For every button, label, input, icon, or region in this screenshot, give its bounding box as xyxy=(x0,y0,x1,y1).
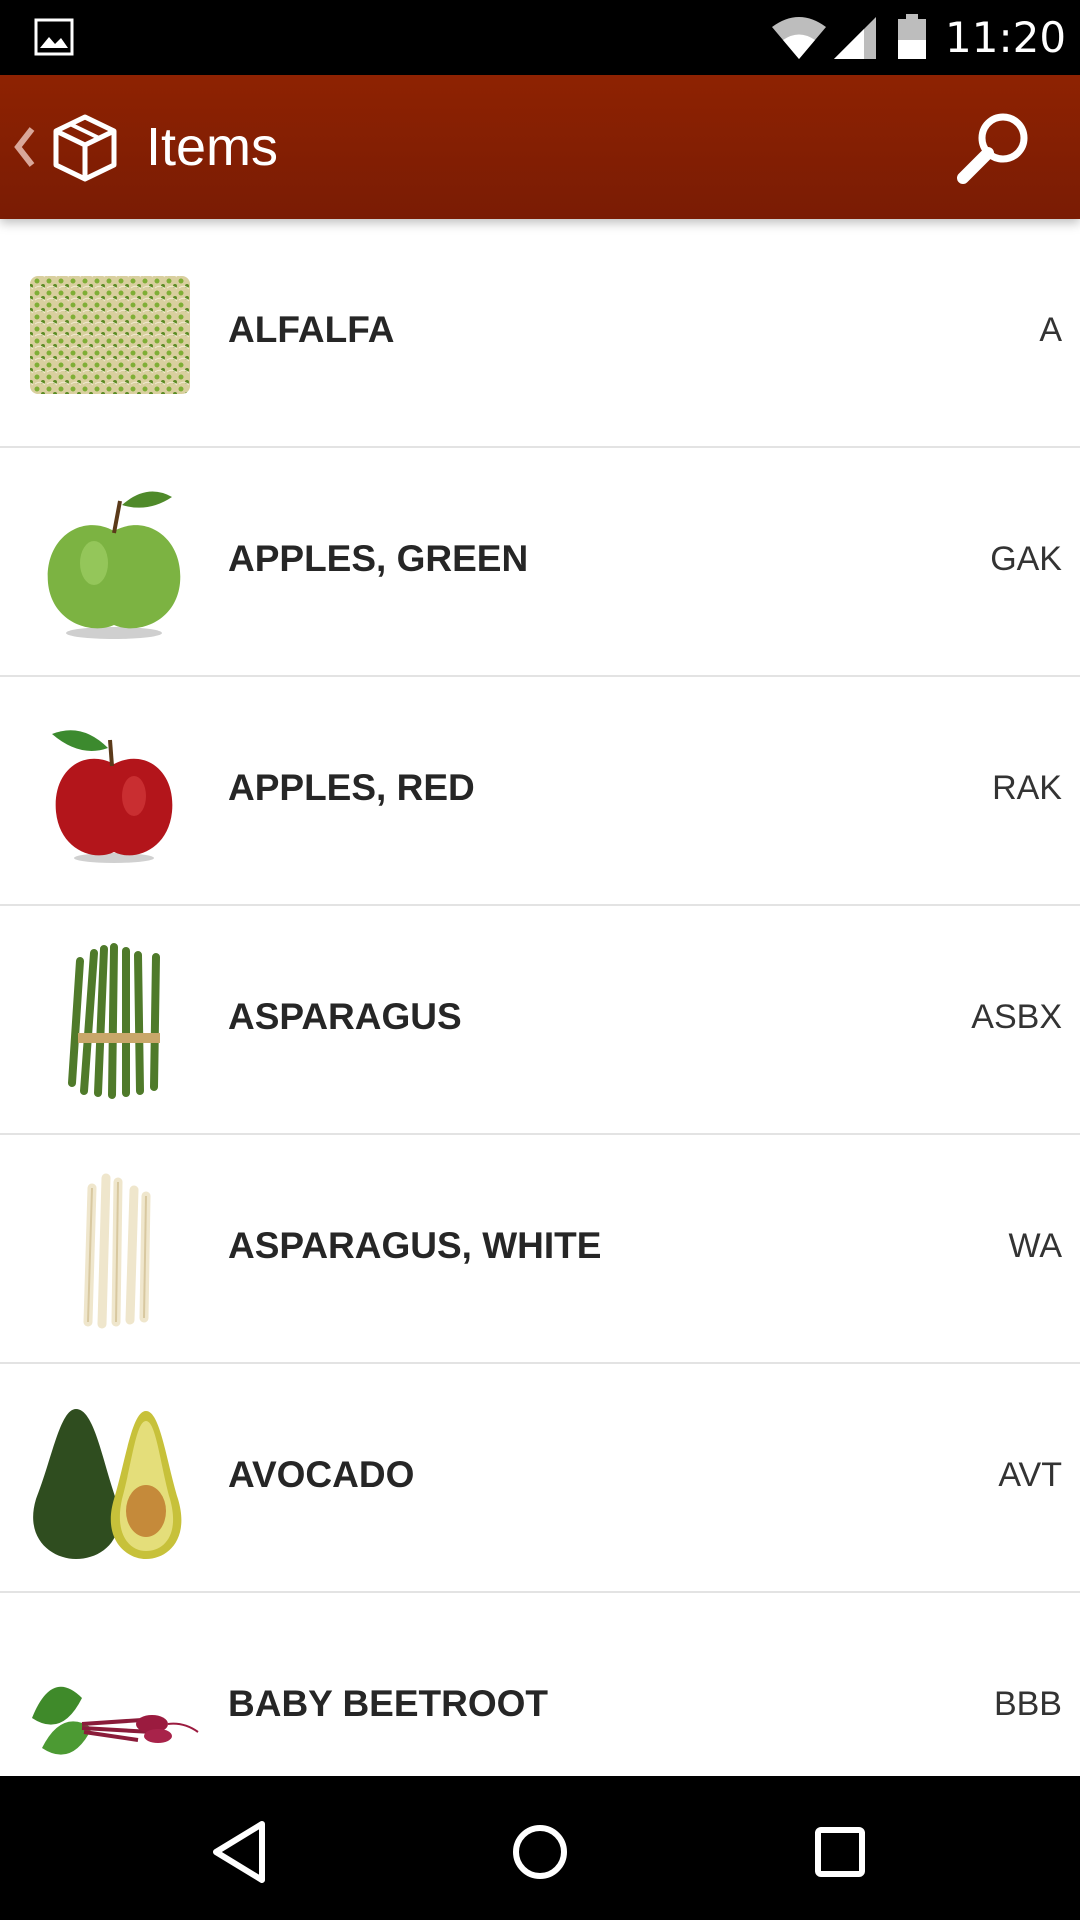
baby-beetroot-image xyxy=(32,1686,199,1755)
item-code: ASBX xyxy=(971,998,1062,1036)
asparagus-image xyxy=(68,943,160,1099)
list-item[interactable]: AVOCADO AVT xyxy=(0,1364,1080,1593)
up-arrow-icon[interactable] xyxy=(12,125,36,169)
item-name: ASPARAGUS xyxy=(228,996,462,1037)
items-list[interactable]: ALFALFA A APPLES, GREEN GAK APPLES, RED … xyxy=(0,219,1080,1776)
search-icon[interactable] xyxy=(955,108,1035,188)
wifi-icon xyxy=(772,17,826,59)
red-apple-image xyxy=(52,730,173,863)
item-name: APPLES, RED xyxy=(228,767,475,808)
item-name: ALFALFA xyxy=(228,309,395,350)
item-name: APPLES, GREEN xyxy=(228,538,529,579)
list-item[interactable]: ASPARAGUS, WHITE WA xyxy=(0,1135,1080,1364)
status-time: 11:20 xyxy=(945,13,1067,62)
list-item[interactable]: ALFALFA A xyxy=(0,219,1080,448)
item-name: BABY BEETROOT xyxy=(228,1683,549,1724)
gallery-icon xyxy=(34,18,74,56)
item-code: AVT xyxy=(998,1456,1062,1494)
signal-icon xyxy=(834,17,876,59)
green-apple-image xyxy=(47,491,181,639)
home-icon[interactable] xyxy=(500,1812,580,1892)
alfalfa-image xyxy=(30,276,190,394)
item-code: A xyxy=(1039,311,1062,349)
item-code: WA xyxy=(1008,1227,1062,1265)
avocado-image xyxy=(33,1409,182,1559)
item-name: ASPARAGUS, WHITE xyxy=(228,1225,602,1266)
white-asparagus-image xyxy=(83,1173,151,1329)
item-code: RAK xyxy=(992,769,1062,807)
item-code: BBB xyxy=(993,1685,1062,1723)
recents-icon[interactable] xyxy=(800,1812,880,1892)
app-bar: Items xyxy=(0,75,1080,219)
page-title: Items xyxy=(146,117,279,177)
item-code: GAK xyxy=(990,540,1062,578)
list-item[interactable]: BABY BEETROOT BBB xyxy=(0,1593,1080,1776)
list-item[interactable]: APPLES, RED RAK xyxy=(0,677,1080,906)
navigation-bar xyxy=(0,1776,1080,1920)
status-bar: 11:20 xyxy=(0,0,1080,75)
back-icon[interactable] xyxy=(200,1812,280,1892)
box-icon xyxy=(53,114,117,182)
item-name: AVOCADO xyxy=(228,1454,415,1495)
list-item[interactable]: APPLES, GREEN GAK xyxy=(0,448,1080,677)
list-item[interactable]: ASPARAGUS ASBX xyxy=(0,906,1080,1135)
battery-icon xyxy=(898,14,926,59)
